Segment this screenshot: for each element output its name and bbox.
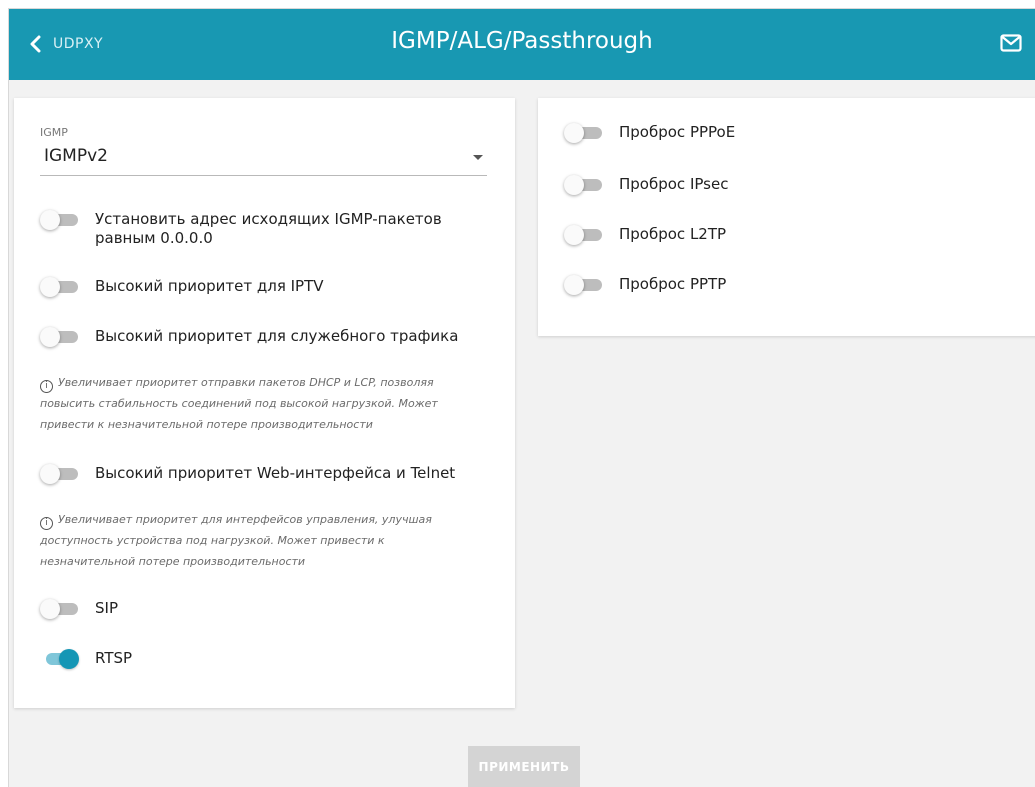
passthrough-card: Проброс PPPoE Проброс IPsec Проброс L2TP… — [538, 98, 1035, 336]
iptv-priority-toggle[interactable] — [40, 276, 80, 298]
toggle-knob — [564, 123, 584, 143]
service-priority-hint: i Увеличивает приоритет отправки пакетов … — [40, 372, 480, 435]
sip-row[interactable]: SIP — [40, 597, 118, 620]
web-telnet-priority-hint: i Увеличивает приоритет для интерфейсов у… — [40, 509, 480, 572]
service-priority-hint-text: Увеличивает приоритет отправки пакетов D… — [40, 376, 438, 431]
chevron-down-icon — [473, 155, 483, 160]
page-frame: UDPXY IGMP/ALG/Passthrough IGMP IGMPv2 У… — [8, 8, 1035, 787]
info-icon: i — [40, 517, 53, 530]
toggle-knob — [564, 275, 584, 295]
pptp-toggle[interactable] — [564, 274, 604, 296]
service-priority-row[interactable]: Высокий приоритет для служебного трафика — [40, 325, 458, 348]
toggle-knob — [40, 464, 60, 484]
web-telnet-priority-toggle[interactable] — [40, 463, 80, 485]
apply-button[interactable]: ПРИМЕНИТЬ — [468, 746, 580, 787]
service-priority-toggle[interactable] — [40, 326, 80, 348]
page-title: IGMP/ALG/Passthrough — [391, 28, 653, 54]
pptp-label: Проброс PPTP — [619, 275, 727, 293]
toggle-knob — [564, 225, 584, 245]
ipsec-label: Проброс IPsec — [619, 175, 729, 193]
pppoe-label: Проброс PPPoE — [619, 123, 736, 141]
toggle-knob — [40, 277, 60, 297]
igmp-version-select[interactable]: IGMPv2 — [40, 144, 487, 176]
pppoe-row[interactable]: Проброс PPPoE — [564, 121, 735, 144]
igmp-label: IGMP — [40, 126, 68, 139]
zero-src-toggle[interactable] — [40, 209, 80, 231]
mail-icon[interactable] — [1000, 34, 1022, 56]
info-icon: i — [40, 380, 53, 393]
toggle-knob — [40, 599, 60, 619]
ipsec-row[interactable]: Проброс IPsec — [564, 173, 728, 196]
app-header: UDPXY IGMP/ALG/Passthrough — [9, 9, 1035, 80]
rtsp-label: RTSP — [95, 649, 133, 667]
l2tp-row[interactable]: Проброс L2TP — [564, 223, 726, 246]
zero-src-label: Установить адрес исходящих IGMP-пакетов … — [95, 210, 442, 247]
rtsp-row[interactable]: RTSP — [40, 647, 132, 670]
toggle-knob — [564, 175, 584, 195]
toggle-knob — [40, 327, 60, 347]
zero-src-toggle-row[interactable]: Установить адрес исходящих IGMP-пакетов … — [40, 208, 475, 248]
pppoe-toggle[interactable] — [564, 122, 604, 144]
toggle-knob — [59, 649, 79, 669]
web-telnet-priority-row[interactable]: Высокий приоритет Web-интерфейса и Telne… — [40, 462, 455, 485]
iptv-priority-row[interactable]: Высокий приоритет для IPTV — [40, 275, 324, 298]
sip-toggle[interactable] — [40, 598, 80, 620]
toggle-knob — [40, 210, 60, 230]
sip-label: SIP — [95, 599, 118, 617]
iptv-priority-label: Высокий приоритет для IPTV — [95, 277, 324, 295]
ipsec-toggle[interactable] — [564, 174, 604, 196]
web-telnet-priority-label: Высокий приоритет Web-интерфейса и Telne… — [95, 464, 456, 482]
pptp-row[interactable]: Проброс PPTP — [564, 273, 726, 296]
web-telnet-priority-hint-text: Увеличивает приоритет для интерфейсов уп… — [40, 513, 432, 568]
l2tp-label: Проброс L2TP — [619, 225, 727, 243]
service-priority-label: Высокий приоритет для служебного трафика — [95, 327, 459, 345]
rtsp-toggle[interactable] — [40, 648, 80, 670]
l2tp-toggle[interactable] — [564, 224, 604, 246]
igmp-version-value: IGMPv2 — [44, 146, 108, 166]
igmp-settings-card: IGMP IGMPv2 Установить адрес исходящих I… — [14, 98, 515, 708]
